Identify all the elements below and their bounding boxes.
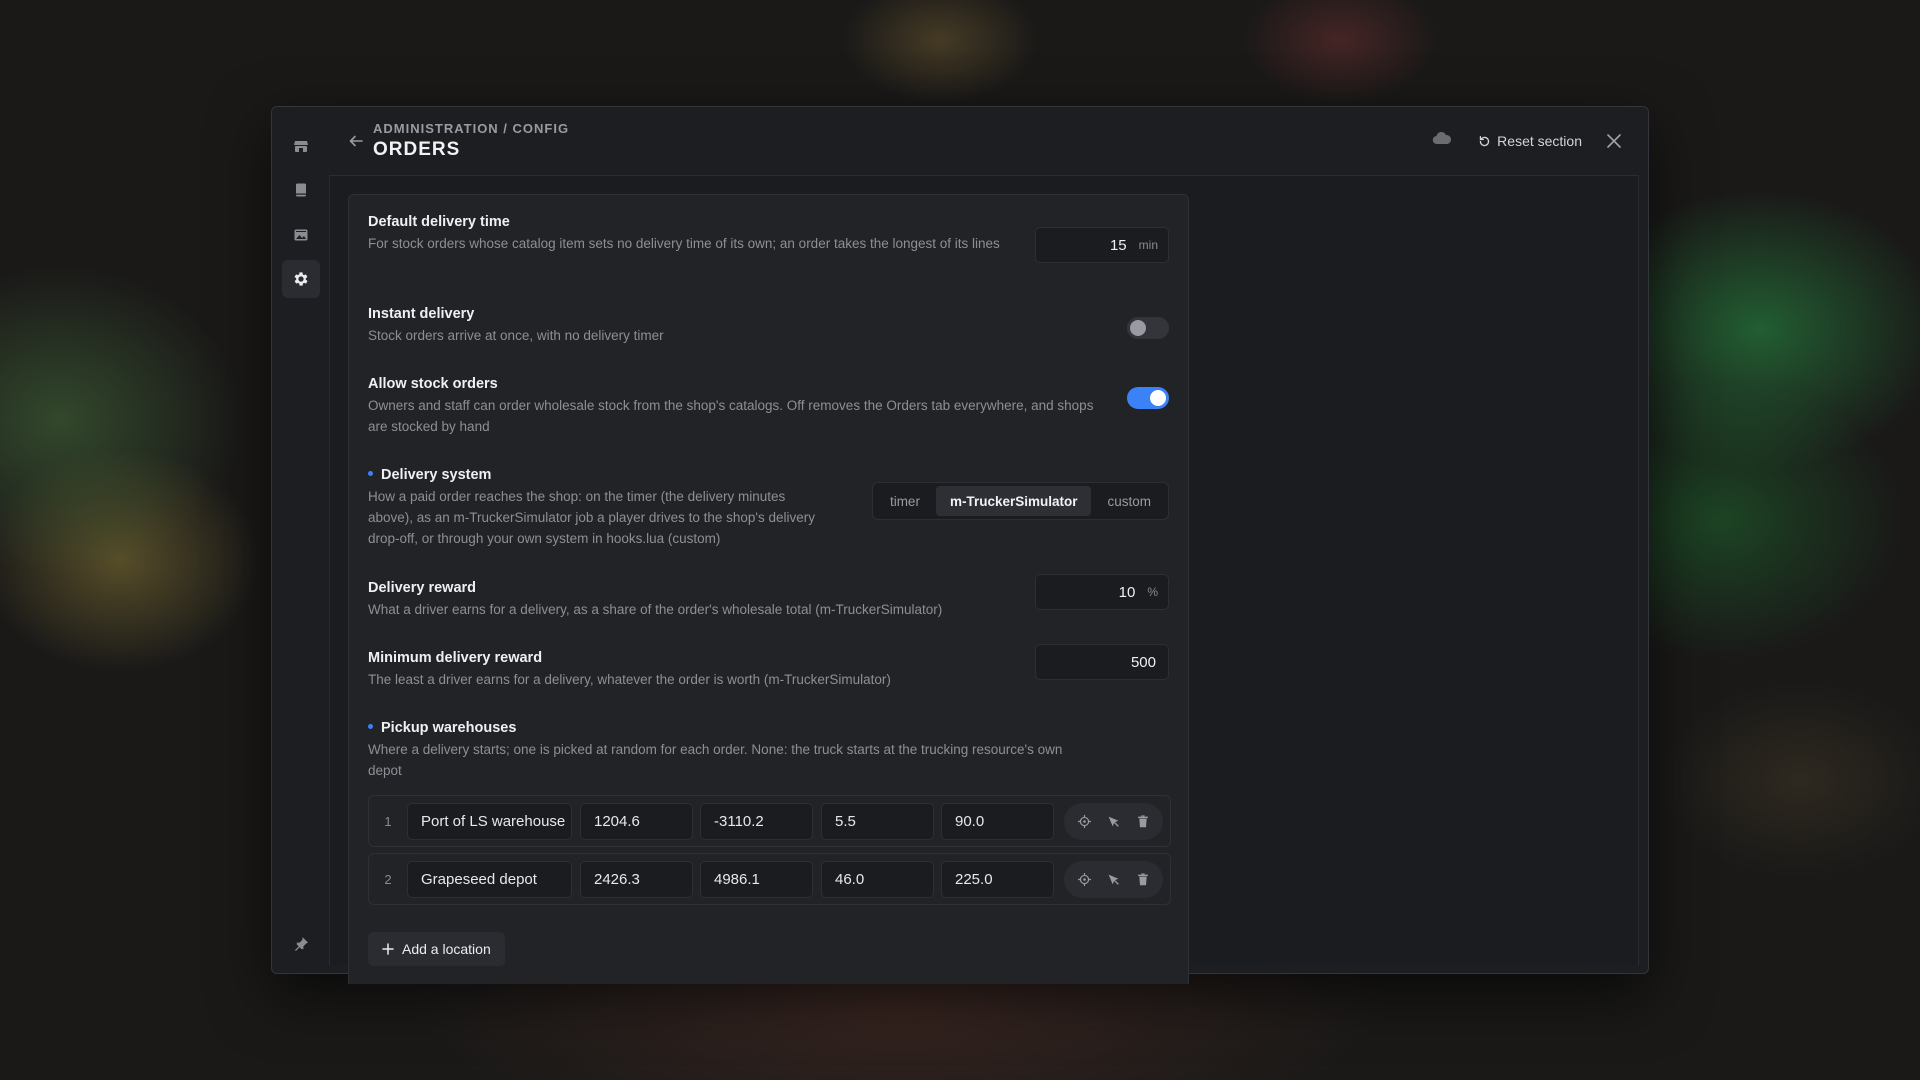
warehouse-y-input[interactable]: 4986.1 xyxy=(700,861,813,898)
modified-dot xyxy=(368,471,373,477)
arrow-left-icon xyxy=(349,135,363,147)
setting-pickup-warehouses: Pickup warehouses Where a delivery start… xyxy=(368,720,1169,781)
setting-delivery-reward: Delivery reward What a driver earns for … xyxy=(368,574,1169,620)
setting-label: Instant delivery xyxy=(368,306,475,322)
setting-instant-delivery: Instant delivery Stock orders arrive at … xyxy=(368,306,1169,346)
minimum-reward-value: 500 xyxy=(1130,653,1156,671)
book-icon[interactable] xyxy=(282,171,320,209)
reset-section-label: Reset section xyxy=(1497,133,1582,149)
setting-label: Pickup warehouses xyxy=(381,720,517,736)
modified-dot xyxy=(368,724,373,730)
side-rail xyxy=(272,107,330,973)
setting-default-delivery-time: Default delivery time For stock orders w… xyxy=(368,214,1169,263)
setting-delivery-system: Delivery system How a paid order reaches… xyxy=(368,467,1169,549)
undo-icon xyxy=(1479,135,1490,146)
setting-description: For stock orders whose catalog item sets… xyxy=(368,236,1000,251)
minimum-reward-input[interactable]: 500 xyxy=(1035,644,1169,680)
setting-description: Stock orders arrive at once, with no del… xyxy=(368,328,664,343)
crosshair-icon[interactable] xyxy=(1073,810,1097,834)
delivery-time-input[interactable]: 15 min xyxy=(1035,227,1169,263)
option-timer[interactable]: timer xyxy=(876,486,934,516)
delivery-reward-value: 10 xyxy=(1118,583,1136,601)
allow-stock-orders-toggle[interactable] xyxy=(1127,387,1169,409)
warehouse-x-input[interactable]: 2426.3 xyxy=(580,861,693,898)
settings-panel: Default delivery time For stock orders w… xyxy=(348,194,1189,984)
trash-icon[interactable] xyxy=(1131,810,1155,834)
config-modal: ADMINISTRATION / CONFIG ORDERS Reset sec… xyxy=(271,106,1649,984)
cloud-icon xyxy=(1432,131,1452,150)
cursor-icon[interactable] xyxy=(1102,810,1126,834)
plus-icon xyxy=(382,943,394,955)
setting-label: Allow stock orders xyxy=(368,376,498,392)
back-button[interactable] xyxy=(342,127,370,155)
setting-label: Delivery system xyxy=(381,467,492,483)
row-actions xyxy=(1064,803,1163,840)
setting-minimum-delivery-reward: Minimum delivery reward The least a driv… xyxy=(368,644,1169,690)
add-location-label: Add a location xyxy=(402,941,491,957)
warehouse-heading-input[interactable]: 90.0 xyxy=(941,803,1054,840)
delivery-reward-unit: % xyxy=(1147,585,1158,599)
cursor-icon[interactable] xyxy=(1102,868,1126,892)
warehouse-row: 1 Port of LS warehouse 1204.6 -3110.2 5.… xyxy=(368,795,1171,847)
modal-header: ADMINISTRATION / CONFIG ORDERS Reset sec… xyxy=(330,107,1648,175)
close-icon xyxy=(1607,134,1621,148)
setting-description: Where a delivery starts; one is picked a… xyxy=(368,742,1063,778)
setting-description: Owners and staff can order wholesale sto… xyxy=(368,398,1094,434)
warehouse-row: 2 Grapeseed depot 2426.3 4986.1 46.0 225… xyxy=(368,853,1171,905)
delivery-time-value: 15 xyxy=(1109,236,1127,254)
warehouse-z-input[interactable]: 5.5 xyxy=(821,803,934,840)
row-index: 2 xyxy=(384,871,392,887)
setting-description: How a paid order reaches the shop: on th… xyxy=(368,489,816,546)
instant-delivery-toggle[interactable] xyxy=(1127,317,1169,339)
warehouse-name-input[interactable]: Grapeseed depot xyxy=(407,861,572,898)
delivery-system-selector: timer m-TruckerSimulator custom xyxy=(871,482,1169,520)
trash-icon[interactable] xyxy=(1131,868,1155,892)
crosshair-icon[interactable] xyxy=(1073,868,1097,892)
option-custom[interactable]: custom xyxy=(1093,486,1165,516)
warehouse-heading-input[interactable]: 225.0 xyxy=(941,861,1054,898)
option-m-truckersimulator[interactable]: m-TruckerSimulator xyxy=(935,486,1092,516)
reset-section-button[interactable]: Reset section xyxy=(1478,127,1582,155)
gear-icon[interactable] xyxy=(282,260,320,298)
breadcrumb: ADMINISTRATION / CONFIG xyxy=(373,121,570,136)
warehouse-name-input[interactable]: Port of LS warehouse xyxy=(407,803,572,840)
page-title: ORDERS xyxy=(373,139,461,160)
add-location-button[interactable]: Add a location xyxy=(368,932,505,966)
row-actions xyxy=(1064,861,1163,898)
close-button[interactable] xyxy=(1600,127,1628,155)
warehouse-y-input[interactable]: -3110.2 xyxy=(700,803,813,840)
content-area: Default delivery time For stock orders w… xyxy=(329,175,1639,984)
image-icon[interactable] xyxy=(282,216,320,254)
warehouse-x-input[interactable]: 1204.6 xyxy=(580,803,693,840)
setting-allow-stock-orders: Allow stock orders Owners and staff can … xyxy=(368,376,1169,437)
delivery-reward-input[interactable]: 10 % xyxy=(1035,574,1169,610)
pin-icon[interactable] xyxy=(282,924,320,962)
warehouse-z-input[interactable]: 46.0 xyxy=(821,861,934,898)
row-index: 1 xyxy=(384,813,392,829)
delivery-time-unit: min xyxy=(1138,238,1158,252)
shop-icon[interactable] xyxy=(282,127,320,165)
